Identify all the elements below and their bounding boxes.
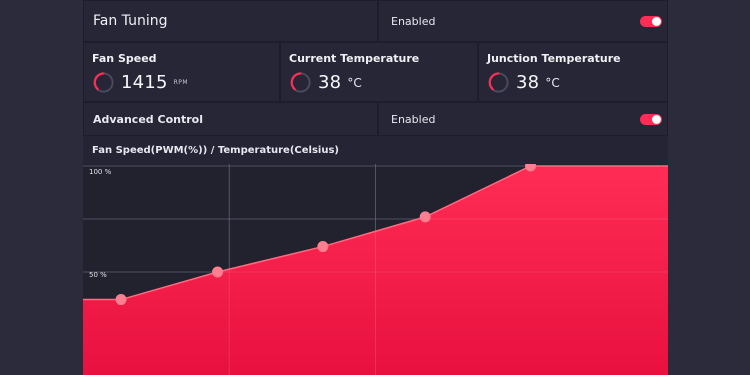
current-temperature-value: 38 bbox=[318, 72, 342, 93]
advanced-control-title: Advanced Control bbox=[93, 112, 203, 126]
curve-point-handle[interactable] bbox=[115, 294, 127, 306]
fan-tuning-row: Fan Tuning Enabled bbox=[83, 0, 668, 42]
advanced-control-status: Enabled bbox=[391, 112, 436, 126]
chart-title: Fan Speed(PWM(%)) / Temperature(Celsius) bbox=[92, 145, 339, 156]
fan-tuning-panel: Fan Tuning Enabled Fan Speed 1415 RPM Cu… bbox=[83, 0, 668, 375]
gauge-icon bbox=[488, 72, 509, 93]
curve-point-handle[interactable] bbox=[419, 211, 431, 223]
fan-speed-value: 1415 bbox=[121, 72, 168, 93]
y-tick-label: 100 % bbox=[89, 168, 112, 176]
advanced-control-title-cell: Advanced Control bbox=[83, 102, 378, 136]
toggle-knob bbox=[652, 114, 661, 124]
fan-tuning-title-cell: Fan Tuning bbox=[83, 0, 378, 42]
chart-title-bar: Fan Speed(PWM(%)) / Temperature(Celsius) bbox=[83, 137, 668, 164]
fan-tuning-title: Fan Tuning bbox=[93, 13, 168, 29]
advanced-control-row: Advanced Control Enabled bbox=[83, 102, 668, 136]
current-temperature-card: Current Temperature 38 °C bbox=[280, 42, 478, 102]
metrics-row: Fan Speed 1415 RPM Current Temperature 3… bbox=[83, 42, 668, 102]
gauge-icon bbox=[93, 72, 114, 93]
junction-temperature-title: Junction Temperature bbox=[487, 52, 621, 65]
junction-temperature-card: Junction Temperature 38 °C bbox=[478, 42, 668, 102]
current-temperature-unit: °C bbox=[347, 75, 362, 90]
curve-point-handle[interactable] bbox=[317, 241, 329, 253]
fan-tuning-status: Enabled bbox=[391, 14, 436, 28]
curve-point-handle[interactable] bbox=[212, 266, 224, 278]
junction-temperature-value: 38 bbox=[516, 72, 540, 93]
y-tick-label: 50 % bbox=[89, 271, 107, 279]
fan-speed-unit: RPM bbox=[173, 79, 189, 86]
gauge-icon bbox=[290, 72, 311, 93]
advanced-control-toggle[interactable] bbox=[640, 113, 662, 125]
fan-tuning-toggle[interactable] bbox=[640, 15, 662, 27]
fan-tuning-status-cell[interactable]: Enabled bbox=[378, 0, 668, 42]
junction-temperature-unit: °C bbox=[545, 75, 560, 90]
fan-speed-title: Fan Speed bbox=[92, 52, 157, 65]
fan-curve-chart[interactable]: 100 % 50 % bbox=[83, 164, 668, 375]
advanced-control-status-cell[interactable]: Enabled bbox=[378, 102, 668, 136]
toggle-knob bbox=[652, 16, 661, 26]
current-temperature-title: Current Temperature bbox=[289, 52, 420, 65]
fan-speed-card: Fan Speed 1415 RPM bbox=[83, 42, 280, 102]
